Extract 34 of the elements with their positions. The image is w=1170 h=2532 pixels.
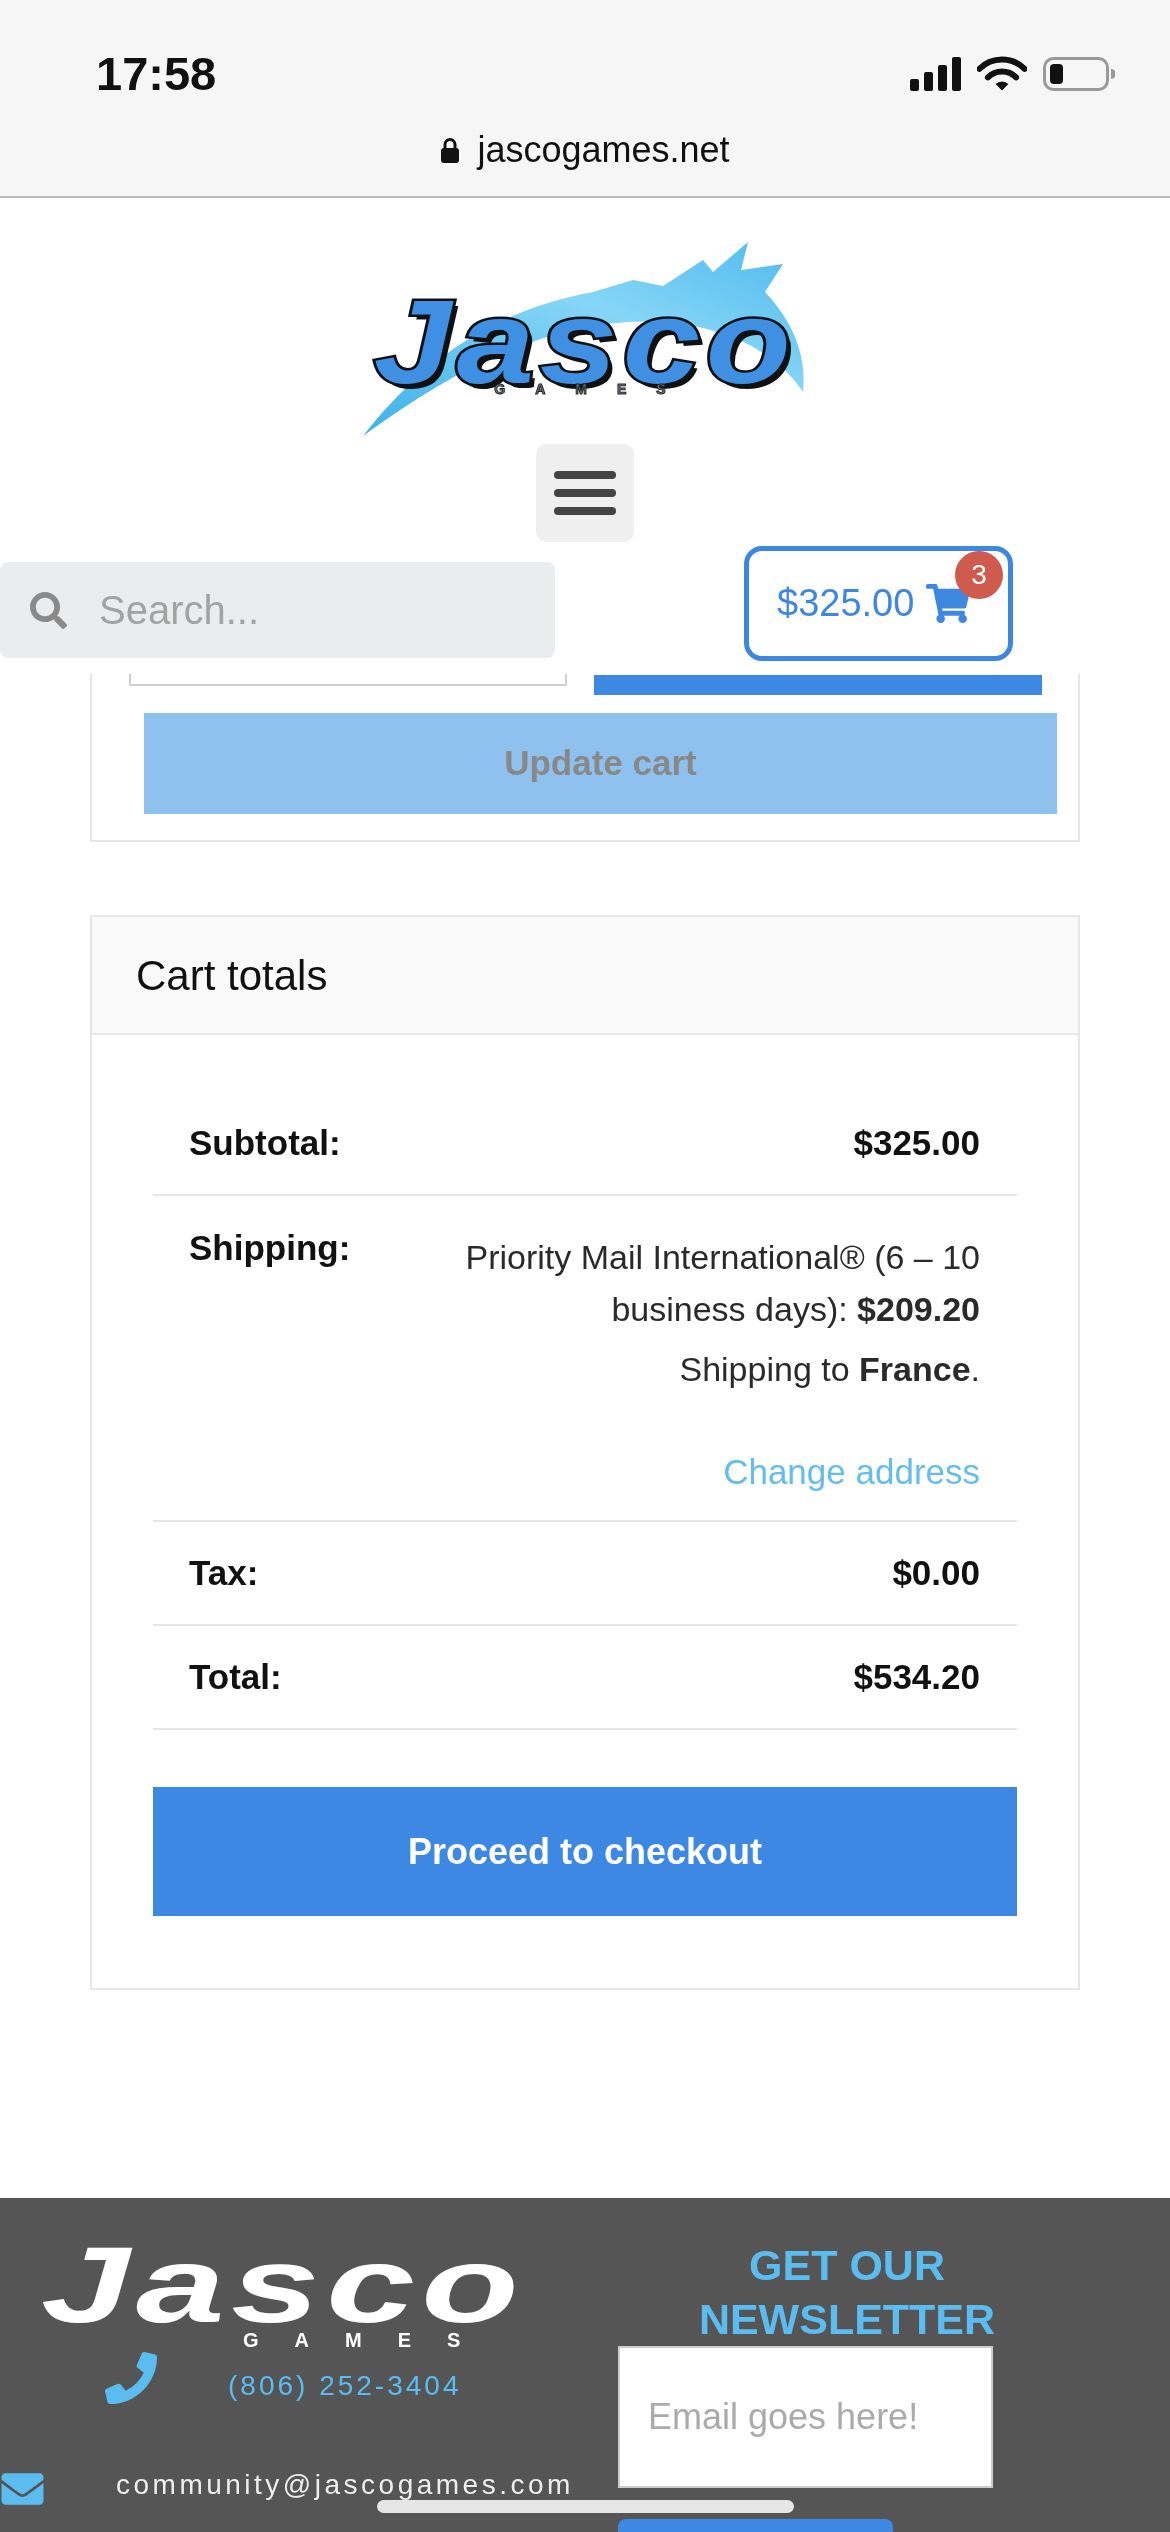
- signal-icon: [910, 57, 961, 91]
- footer-logo-tagline: GAMES: [243, 2330, 497, 2350]
- lock-icon: [440, 137, 461, 163]
- footer-logo-wordmark: Jasco: [41, 2240, 525, 2330]
- cart-count-badge: 3: [955, 551, 1003, 599]
- cart-button[interactable]: $325.00 3: [744, 546, 1013, 661]
- form-button[interactable]: [594, 675, 1042, 695]
- status-time: 17:58: [96, 50, 217, 98]
- summary-label: Subtotal:: [189, 1121, 341, 1164]
- shipping-destination: Shipping to France.: [679, 1349, 980, 1390]
- summary-label: Shipping:: [189, 1227, 351, 1269]
- phone-link[interactable]: (806) 252-3404: [228, 2370, 462, 2402]
- summary-amount: $534.20: [853, 1655, 980, 1698]
- search-field[interactable]: Search...: [0, 562, 555, 658]
- email-link[interactable]: community@jascogames.com: [116, 2470, 574, 2500]
- change-address-link[interactable]: Change address: [723, 1446, 980, 1498]
- summary-label: Tax:: [189, 1551, 259, 1594]
- address-bar-url[interactable]: jascogames.net: [477, 130, 730, 170]
- email-field[interactable]: Email goes here!: [618, 2346, 993, 2488]
- summary-amount: $325.00: [853, 1121, 980, 1164]
- panel-title: Cart totals: [136, 950, 328, 1001]
- menu-button[interactable]: [536, 444, 634, 542]
- shipping-method: Priority Mail International® (6 – 10 business days): $209.20: [464, 1237, 980, 1330]
- menu-icon: [554, 471, 616, 515]
- summary-label: Total:: [189, 1655, 282, 1698]
- input-field[interactable]: [129, 674, 567, 686]
- search-icon: [30, 592, 67, 629]
- cart-icon: [926, 583, 971, 624]
- checkout-button[interactable]: Proceed to checkout: [153, 1787, 1017, 1916]
- battery-icon: [1043, 57, 1115, 91]
- summary-amount: $0.00: [892, 1551, 980, 1594]
- newsletter-title: GET OUR NEWSLETTER: [697, 2240, 997, 2345]
- wifi-icon: [977, 56, 1027, 92]
- phone-icon: [105, 2352, 157, 2404]
